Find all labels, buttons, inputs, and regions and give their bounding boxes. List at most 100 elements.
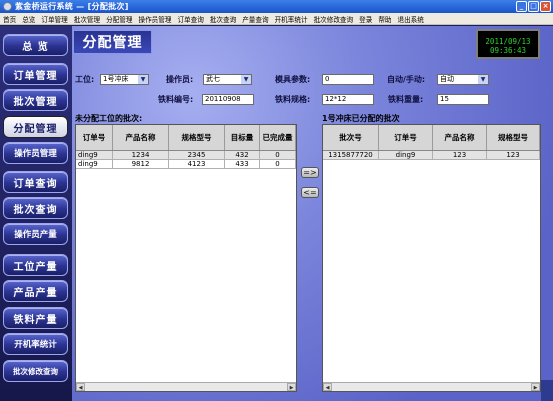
menu-item-batch-query[interactable]: 批次查询 [210, 14, 236, 24]
sidebar-item-station-output[interactable]: 工位产量 [3, 254, 68, 276]
column-header[interactable]: 订单号 [379, 125, 433, 150]
iron-no-label: 铁料编号: [158, 95, 194, 104]
column-header[interactable]: 目标量 [225, 125, 260, 150]
table-cell: 432 [225, 151, 260, 159]
chevron-down-icon: ▼ [241, 75, 251, 84]
table-cell: 433 [225, 160, 260, 168]
menu-item-overview[interactable]: 总览 [22, 14, 35, 24]
clock-date: 2011/09/13 [485, 37, 531, 46]
table-cell: ding9 [76, 160, 113, 168]
sidebar-item-order-query[interactable]: 订单查询 [3, 171, 68, 193]
maximize-button[interactable]: □ [528, 1, 539, 12]
menu-item-batches[interactable]: 批次管理 [74, 14, 100, 24]
table-cell: 123 [487, 151, 540, 159]
page-title: 分配管理 [73, 30, 152, 54]
column-header[interactable]: 规格型号 [487, 125, 540, 150]
sidebar-item-overview[interactable]: 总 览 [3, 34, 68, 56]
menu-item-orders[interactable]: 订单管理 [41, 14, 67, 24]
column-header[interactable]: 已完成量 [260, 125, 296, 150]
table-cell: 123 [433, 151, 487, 159]
table-cell: 0 [260, 151, 296, 159]
sidebar-item-batches[interactable]: 批次管理 [3, 89, 68, 111]
table-row[interactable]: ding9 1234 2345 432 0 [76, 151, 296, 160]
scrollbar-track[interactable] [85, 383, 287, 391]
iron-weight-label: 铁料重量: [388, 95, 424, 104]
assign-batch-button[interactable]: => [301, 167, 319, 178]
horizontal-scrollbar[interactable]: ◀ ▶ [76, 382, 296, 391]
station-label: 工位: [75, 75, 95, 84]
title-bar: 紫金桥运行系统 — [分配批次] _ □ × [0, 0, 553, 13]
table-row[interactable]: ding9 9812 4123 433 0 [76, 160, 296, 169]
sidebar-item-product-output[interactable]: 产品产量 [3, 280, 68, 302]
menu-item-exit[interactable]: 退出系统 [398, 14, 424, 24]
unassign-batch-button[interactable]: <= [301, 187, 319, 198]
scrollbar-track[interactable] [332, 383, 531, 391]
chevron-down-icon: ▼ [138, 75, 148, 84]
operator-value: 武七 [206, 75, 220, 83]
column-header[interactable]: 订单号 [76, 125, 113, 150]
menu-item-batch-edit-query[interactable]: 批次修改查询 [314, 14, 354, 24]
sidebar-item-batch-edit-query[interactable]: 批次修改查询 [3, 360, 68, 382]
iron-weight-input[interactable]: 15 [437, 94, 489, 105]
menu-item-order-query[interactable]: 订单查询 [177, 14, 203, 24]
table-row[interactable]: 1315877720 ding9 123 123 [323, 151, 540, 160]
menu-item-login[interactable]: 登录 [359, 14, 372, 24]
column-header[interactable]: 规格型号 [169, 125, 225, 150]
sidebar-item-operator-output[interactable]: 操作员产量 [3, 223, 68, 245]
menu-item-home[interactable]: 首页 [3, 14, 16, 24]
die-param-label: 模具参数: [275, 75, 311, 84]
assigned-batches-grid[interactable]: 批次号 订单号 产品名称 规格型号 1315877720 ding9 123 1… [322, 124, 541, 392]
sidebar-item-batch-query[interactable]: 批次查询 [3, 197, 68, 219]
chevron-down-icon: ▼ [478, 75, 488, 84]
table-cell: ding9 [76, 151, 113, 159]
column-header[interactable]: 产品名称 [113, 125, 169, 150]
close-button[interactable]: × [540, 1, 551, 12]
app-icon [3, 2, 12, 11]
menu-item-output-query[interactable]: 产量查询 [242, 14, 268, 24]
column-header[interactable]: 批次号 [323, 125, 379, 150]
mode-select[interactable]: 自动 ▼ [437, 74, 489, 85]
clock-time: 09:36:43 [489, 46, 527, 55]
column-header[interactable]: 产品名称 [433, 125, 487, 150]
station-select[interactable]: 1号冲床 ▼ [100, 74, 149, 85]
sidebar-item-iron-output[interactable]: 铁料产量 [3, 307, 68, 329]
table-cell: 1234 [113, 151, 169, 159]
sidebar-item-operators[interactable]: 操作员管理 [3, 142, 68, 164]
sidebar-item-assign[interactable]: 分配管理 [3, 116, 68, 138]
menu-item-assign[interactable]: 分配管理 [106, 14, 132, 24]
die-param-input[interactable]: 0 [322, 74, 374, 85]
window-controls: _ □ × [516, 1, 551, 12]
arrow-left-icon[interactable]: ◀ [76, 383, 85, 391]
main-panel: 分配管理 2011/09/13 09:36:43 工位: 1号冲床 ▼ 操作员:… [72, 26, 553, 401]
iron-spec-input[interactable]: 12*12 [322, 94, 374, 105]
table-cell: 2345 [169, 151, 225, 159]
sidebar-item-orders[interactable]: 订单管理 [3, 63, 68, 85]
unassigned-section-title: 未分配工位的批次: [75, 114, 143, 123]
grid-header: 订单号 产品名称 规格型号 目标量 已完成量 [76, 125, 296, 151]
table-cell: 1315877720 [323, 151, 379, 159]
window-edge-decoration [541, 380, 553, 401]
menu-item-operators[interactable]: 操作员管理 [139, 14, 172, 24]
mode-label: 自动/手动: [387, 75, 426, 84]
unassigned-batches-grid[interactable]: 订单号 产品名称 规格型号 目标量 已完成量 ding9 1234 2345 4… [75, 124, 297, 392]
menu-item-uptime-stats[interactable]: 开机率统计 [275, 14, 308, 24]
table-cell: ding9 [379, 151, 433, 159]
sidebar-item-uptime-stats[interactable]: 开机率统计 [3, 333, 68, 355]
horizontal-scrollbar[interactable]: ◀ ▶ [323, 382, 540, 391]
grid-header: 批次号 订单号 产品名称 规格型号 [323, 125, 540, 151]
menu-item-help[interactable]: 帮助 [378, 14, 391, 24]
window-title: 紫金桥运行系统 — [分配批次] [15, 2, 129, 11]
operator-label: 操作员: [166, 75, 194, 84]
operator-select[interactable]: 武七 ▼ [203, 74, 252, 85]
minimize-button[interactable]: _ [516, 1, 527, 12]
clock-display: 2011/09/13 09:36:43 [476, 29, 540, 59]
arrow-left-icon[interactable]: ◀ [323, 383, 332, 391]
mode-value: 自动 [440, 75, 454, 83]
iron-spec-label: 铁料规格: [275, 95, 311, 104]
iron-no-input[interactable]: 20110908 [202, 94, 254, 105]
station-value: 1号冲床 [103, 75, 129, 83]
arrow-right-icon[interactable]: ▶ [287, 383, 296, 391]
arrow-right-icon[interactable]: ▶ [531, 383, 540, 391]
menu-bar: 首页 总览 订单管理 批次管理 分配管理 操作员管理 订单查询 批次查询 产量查… [0, 13, 553, 25]
table-cell: 4123 [169, 160, 225, 168]
